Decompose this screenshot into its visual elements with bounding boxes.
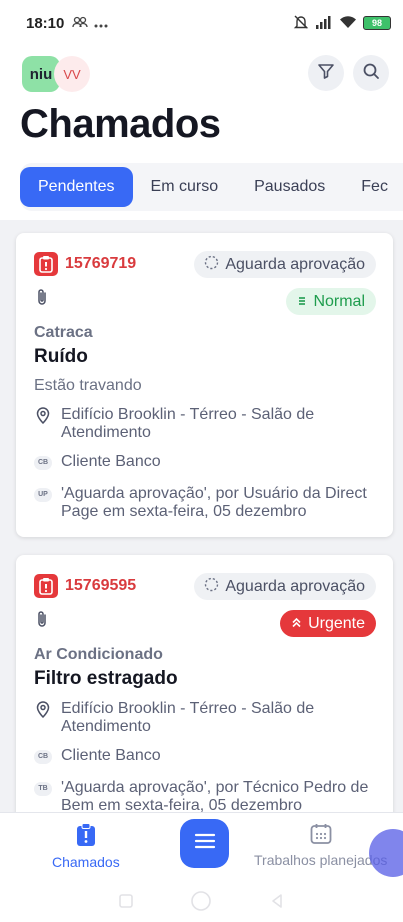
client-row: CB Cliente Banco [34, 453, 379, 471]
location-row: Edifício Brooklin - Térreo - Salão de At… [34, 406, 379, 442]
status-tabs: Pendentes Em curso Pausados Fec [20, 163, 403, 211]
user-badge: TB [34, 782, 52, 796]
location-text: Edifício Brooklin - Térreo - Salão de At… [61, 406, 315, 441]
location-row: Edifício Brooklin - Térreo - Salão de At… [34, 700, 379, 736]
history-text: 'Aguarda aprovação', por Usuário da Dire… [61, 485, 367, 520]
nav-chamados[interactable]: Chamados [52, 823, 120, 870]
location-text: Edifício Brooklin - Térreo - Salão de At… [61, 700, 315, 735]
priority-text: Urgente [308, 614, 365, 632]
touch-indicator [369, 829, 403, 877]
filter-icon [317, 62, 335, 85]
pending-icon [204, 577, 219, 597]
more-icon [94, 16, 108, 31]
wifi-icon [339, 15, 357, 32]
clipboard-alert-icon [76, 823, 96, 850]
battery-icon: 98 [363, 16, 391, 30]
page-title: Chamados [20, 102, 221, 146]
ticket-list[interactable]: 15769719 Aguarda aprovação Normal Catrac… [0, 220, 403, 812]
back-icon[interactable] [269, 893, 285, 914]
tab-fechados[interactable]: Fec [343, 167, 403, 207]
clipboard-alert-icon [34, 574, 58, 598]
menu-icon [194, 833, 216, 854]
client-badge: CB [34, 456, 52, 470]
ticket-category: Catraca [34, 324, 93, 341]
status-text: Aguarda aprovação [225, 577, 365, 595]
people-icon [72, 16, 89, 31]
bottom-nav: Chamados Trabalhos planejados [0, 812, 403, 884]
history-text: 'Aguarda aprovação', por Técnico Pedro d… [61, 779, 369, 812]
client-badge: CB [34, 750, 52, 764]
app-header: niu VV Chamados Pendentes Em curso Pausa… [0, 46, 403, 220]
clock: 18:10 [26, 14, 65, 32]
pending-icon [204, 255, 219, 275]
tab-em-curso[interactable]: Em curso [133, 167, 237, 207]
location-pin-icon [34, 700, 52, 736]
status-badge: Aguarda aprovação [194, 573, 376, 600]
tab-pausados[interactable]: Pausados [236, 167, 343, 207]
priority-badge: Normal [286, 288, 376, 315]
filter-button[interactable] [308, 55, 344, 91]
avatar[interactable]: VV [54, 56, 90, 92]
battery-level: 98 [371, 18, 382, 28]
priority-text: Normal [313, 292, 365, 310]
ticket-number: 15769595 [65, 577, 137, 594]
search-icon [362, 62, 380, 85]
ticket-title: Ruído [34, 346, 88, 367]
mute-icon [293, 14, 309, 33]
nav-trabalhos-planejados[interactable]: Trabalhos planejados [254, 823, 387, 868]
nav-trabalhos-label: Trabalhos planejados [254, 852, 388, 868]
ticket-category: Ar Condicionado [34, 646, 163, 663]
ticket-card[interactable]: 15769719 Aguarda aprovação Normal Catrac… [16, 233, 393, 537]
nav-chamados-label: Chamados [52, 854, 120, 870]
ticket-description: Estão travando [34, 377, 142, 394]
recent-apps-icon[interactable] [118, 893, 134, 914]
attachment-icon [35, 610, 49, 633]
clipboard-alert-icon [34, 252, 58, 276]
location-pin-icon [34, 406, 52, 442]
priority-badge: Urgente [280, 610, 376, 637]
ticket-number: 15769719 [65, 255, 137, 272]
search-button[interactable] [353, 55, 389, 91]
menu-button[interactable] [180, 819, 229, 868]
history-row: TB 'Aguarda aprovação', por Técnico Pedr… [34, 779, 379, 812]
client-text: Cliente Banco [61, 453, 161, 470]
system-nav-bar [0, 884, 403, 922]
tab-pendentes[interactable]: Pendentes [20, 167, 133, 207]
ticket-title: Filtro estragado [34, 668, 178, 689]
status-badge: Aguarda aprovação [194, 251, 376, 278]
status-bar: 18:10 98 [0, 0, 403, 46]
ticket-card[interactable]: 15769595 Aguarda aprovação Urgente Ar Co… [16, 555, 393, 812]
client-row: CB Cliente Banco [34, 747, 379, 765]
signal-icon [315, 15, 333, 32]
priority-urgent-icon [291, 615, 302, 633]
history-row: UP 'Aguarda aprovação', por Usuário da D… [34, 485, 379, 521]
status-text: Aguarda aprovação [225, 255, 365, 273]
user-badge: UP [34, 488, 52, 502]
attachment-icon [35, 288, 49, 311]
priority-normal-icon [297, 293, 307, 311]
calendar-icon [310, 823, 332, 848]
client-text: Cliente Banco [61, 747, 161, 764]
home-icon[interactable] [190, 890, 212, 917]
